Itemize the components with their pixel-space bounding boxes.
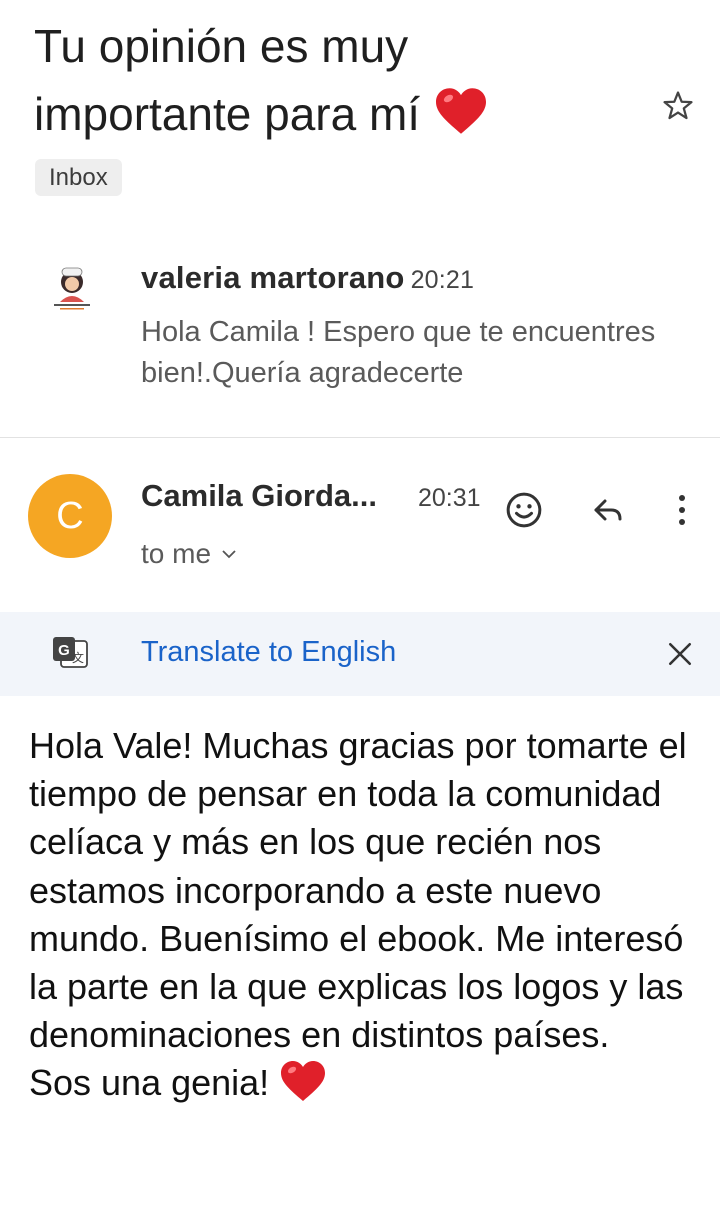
svg-text:文: 文 bbox=[72, 650, 84, 665]
translate-to-english-link[interactable]: Translate to English bbox=[141, 636, 396, 669]
message-sender[interactable]: valeria martorano 20:21 bbox=[141, 260, 474, 296]
sender-name: valeria martorano bbox=[141, 260, 405, 295]
chevron-down-icon bbox=[222, 550, 236, 559]
avatar[interactable]: C bbox=[28, 474, 112, 558]
profile-logo-icon bbox=[54, 267, 90, 310]
body-paragraph: Hola Vale! Muchas gracias por tomarte el… bbox=[29, 725, 687, 1056]
reply-icon bbox=[594, 499, 622, 521]
body-closing: Sos una genia! bbox=[29, 1059, 709, 1107]
translate-bar: G 文 Translate to English bbox=[0, 612, 720, 696]
email-subject: Tu opinión es muy importante para mí bbox=[34, 12, 634, 148]
more-vert-icon bbox=[679, 495, 685, 525]
star-button[interactable] bbox=[656, 84, 700, 128]
close-translate-button[interactable] bbox=[656, 632, 704, 676]
close-icon bbox=[668, 642, 692, 666]
message-time: 20:21 bbox=[410, 266, 475, 294]
message-time: 20:31 bbox=[418, 484, 481, 512]
reply-button[interactable] bbox=[584, 486, 632, 534]
star-outline-icon bbox=[663, 91, 693, 120]
heart-emoji bbox=[281, 1061, 326, 1102]
recipient-details[interactable]: to me bbox=[141, 538, 237, 570]
avatar[interactable] bbox=[40, 262, 104, 326]
more-options-button[interactable] bbox=[658, 486, 706, 534]
closing-text: Sos una genia! bbox=[29, 1062, 270, 1104]
svg-text:G: G bbox=[58, 642, 70, 659]
message-snippet[interactable]: Hola Camila ! Espero que te encuentres b… bbox=[141, 312, 701, 394]
email-body: Hola Vale! Muchas gracias por tomarte el… bbox=[29, 722, 709, 1108]
sender-name[interactable]: Camila Giorda... bbox=[141, 478, 377, 514]
subject-text: Tu opinión es muy importante para mí bbox=[34, 20, 421, 140]
google-translate-icon: G 文 bbox=[50, 634, 90, 674]
divider bbox=[0, 437, 720, 438]
inbox-label[interactable]: Inbox bbox=[35, 159, 122, 196]
emoji-reaction-button[interactable] bbox=[500, 486, 548, 534]
emoji-reaction-icon bbox=[506, 492, 542, 528]
heart-emoji bbox=[433, 88, 489, 140]
recipient-label: to me bbox=[141, 538, 212, 569]
